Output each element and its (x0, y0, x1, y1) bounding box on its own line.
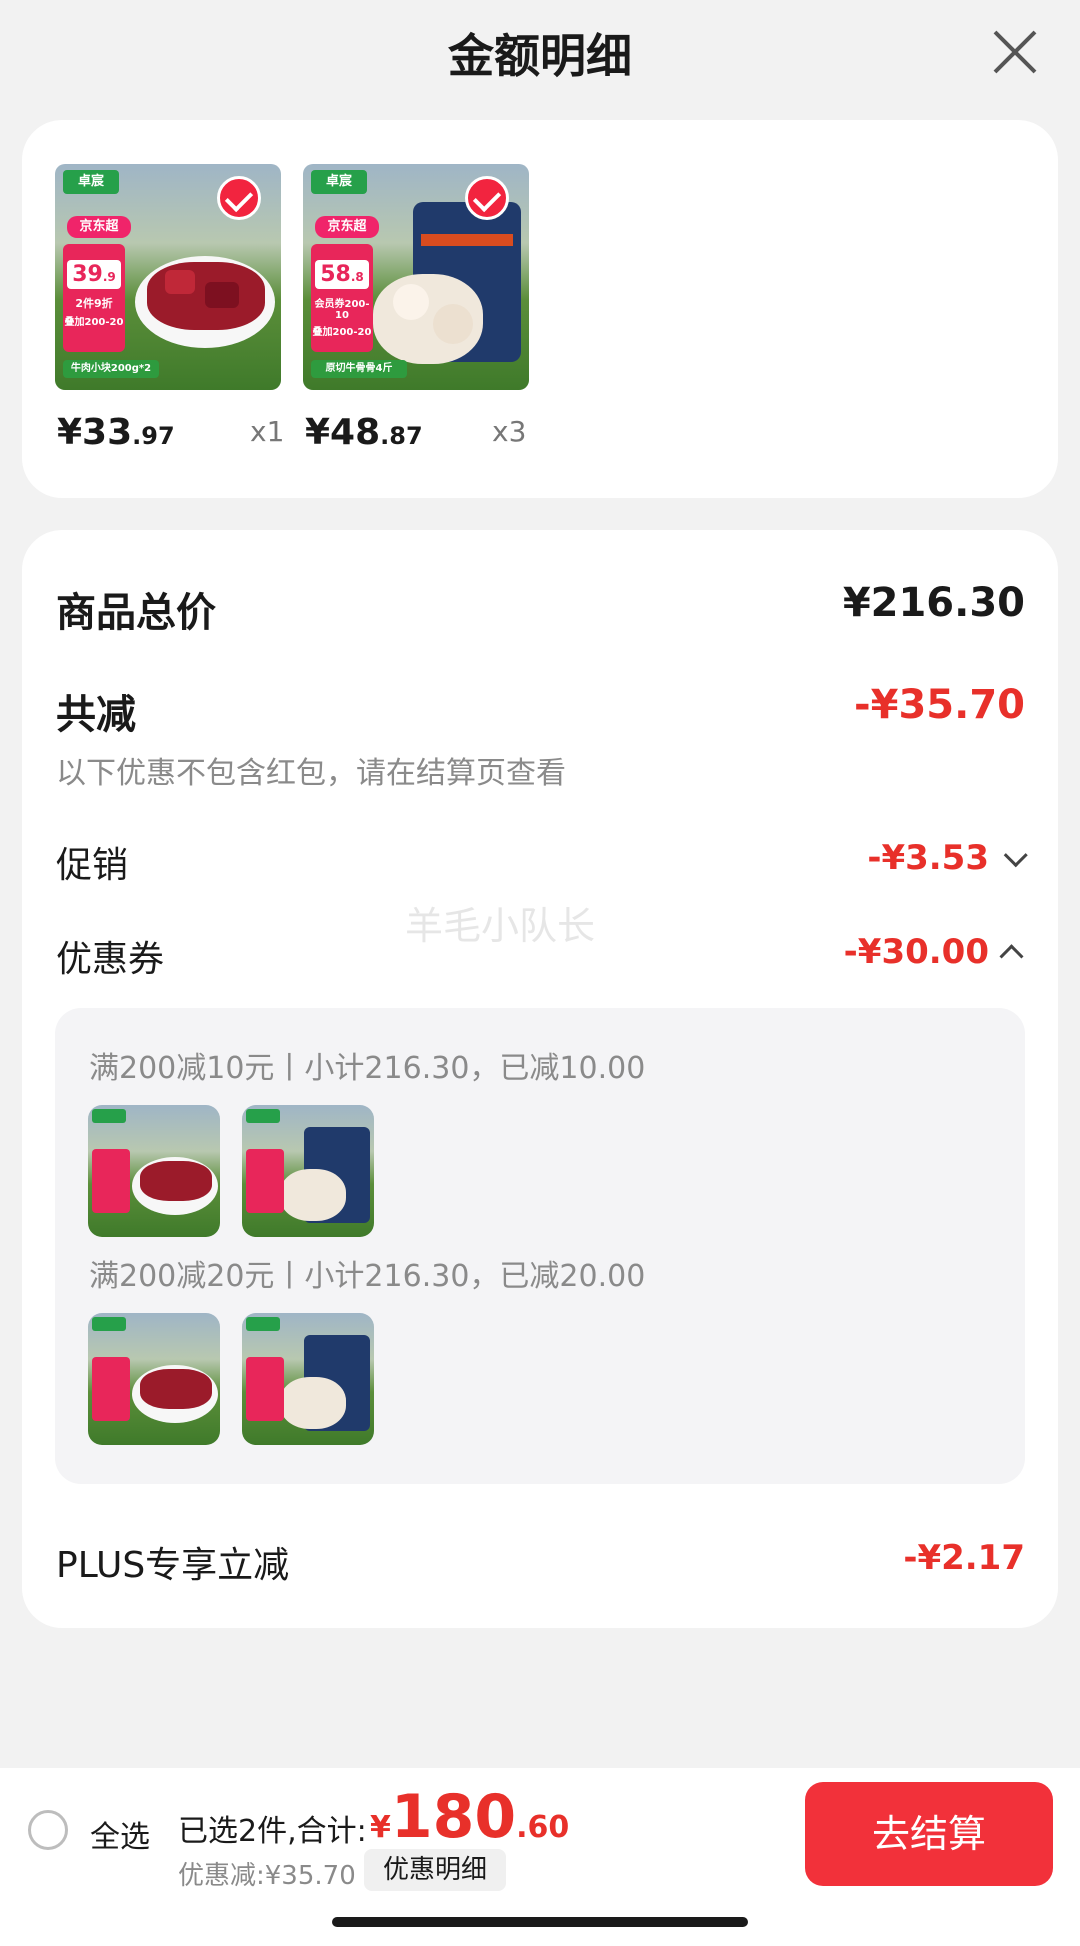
watermark: 羊毛小队长 (405, 904, 596, 948)
brand-logo: 卓宸 (63, 170, 119, 194)
total-reduce-value: -¥35.70 (854, 682, 1025, 728)
coupon-product-thumb (88, 1313, 220, 1445)
plus-discount-value: -¥2.17 (903, 1538, 1025, 1578)
product-qty: x3 (492, 415, 527, 448)
price-tag: 58.8 会员券200-10 叠加200-20 (311, 244, 373, 352)
coupon-label: 优惠券 (56, 939, 165, 980)
promo-label: 促销 (56, 845, 129, 886)
reduce-note: 以下优惠不包含红包，请在结算页查看 (56, 756, 566, 791)
plus-discount-label: PLUS专享立减 (56, 1545, 290, 1586)
coupon-value: -¥30.00 (843, 932, 989, 972)
promo-row[interactable]: -¥3.53 (867, 838, 1028, 878)
checked-icon[interactable] (217, 176, 261, 220)
selected-products-card: 卓宸 京东超 39.9 2件9折 叠加200-20 牛肉小块200g*2 ¥33… (22, 120, 1058, 498)
product-strip: 牛肉小块200g*2 (63, 360, 159, 378)
product-strip: 原切牛骨骨4斤 (311, 360, 407, 378)
promo-value: -¥3.53 (867, 838, 989, 878)
checked-icon[interactable] (465, 176, 509, 220)
home-indicator (332, 1917, 748, 1927)
discount-details-button[interactable]: 优惠明细 (364, 1849, 506, 1891)
product-price: ¥33.97 (57, 412, 175, 453)
close-icon[interactable] (985, 22, 1045, 82)
total-price-label: 商品总价 (56, 590, 216, 636)
coupon-product-thumb (242, 1105, 374, 1237)
promo-badge: 京东超 (315, 216, 379, 238)
coupon-product-thumb (88, 1105, 220, 1237)
product-qty: x1 (250, 415, 285, 448)
select-all-label[interactable]: 全选 (90, 1812, 150, 1856)
chevron-up-icon (999, 944, 1024, 969)
coupon-line: 满200减10元丨小计216.30，已减10.00 (89, 1051, 646, 1086)
product-image-beef-cubes[interactable]: 卓宸 京东超 39.9 2件9折 叠加200-20 牛肉小块200g*2 (55, 164, 281, 390)
product-image-beef-bones[interactable]: 卓宸 京东超 58.8 会员券200-10 叠加200-20 原切牛骨骨4斤 (303, 164, 529, 390)
total-price-value: ¥216.30 (842, 580, 1025, 626)
select-all-radio[interactable] (28, 1810, 68, 1850)
total-reduce-label: 共减 (56, 692, 136, 738)
brand-logo: 卓宸 (311, 170, 367, 194)
product-price: ¥48.87 (305, 412, 423, 453)
coupon-row[interactable]: -¥30.00 (843, 932, 1024, 972)
total-amount: ¥180.60 (370, 1782, 570, 1852)
discount-summary: 优惠减:¥35.70 (178, 1861, 356, 1891)
checkout-button[interactable]: 去结算 (805, 1782, 1053, 1886)
coupon-product-thumb (242, 1313, 374, 1445)
coupon-line: 满200减20元丨小计216.30，已减20.00 (89, 1259, 646, 1294)
selected-summary: 已选2件,合计: (178, 1814, 367, 1849)
price-tag: 39.9 2件9折 叠加200-20 (63, 244, 125, 352)
page-title: 金额明细 (448, 29, 632, 83)
promo-badge: 京东超 (67, 216, 131, 238)
